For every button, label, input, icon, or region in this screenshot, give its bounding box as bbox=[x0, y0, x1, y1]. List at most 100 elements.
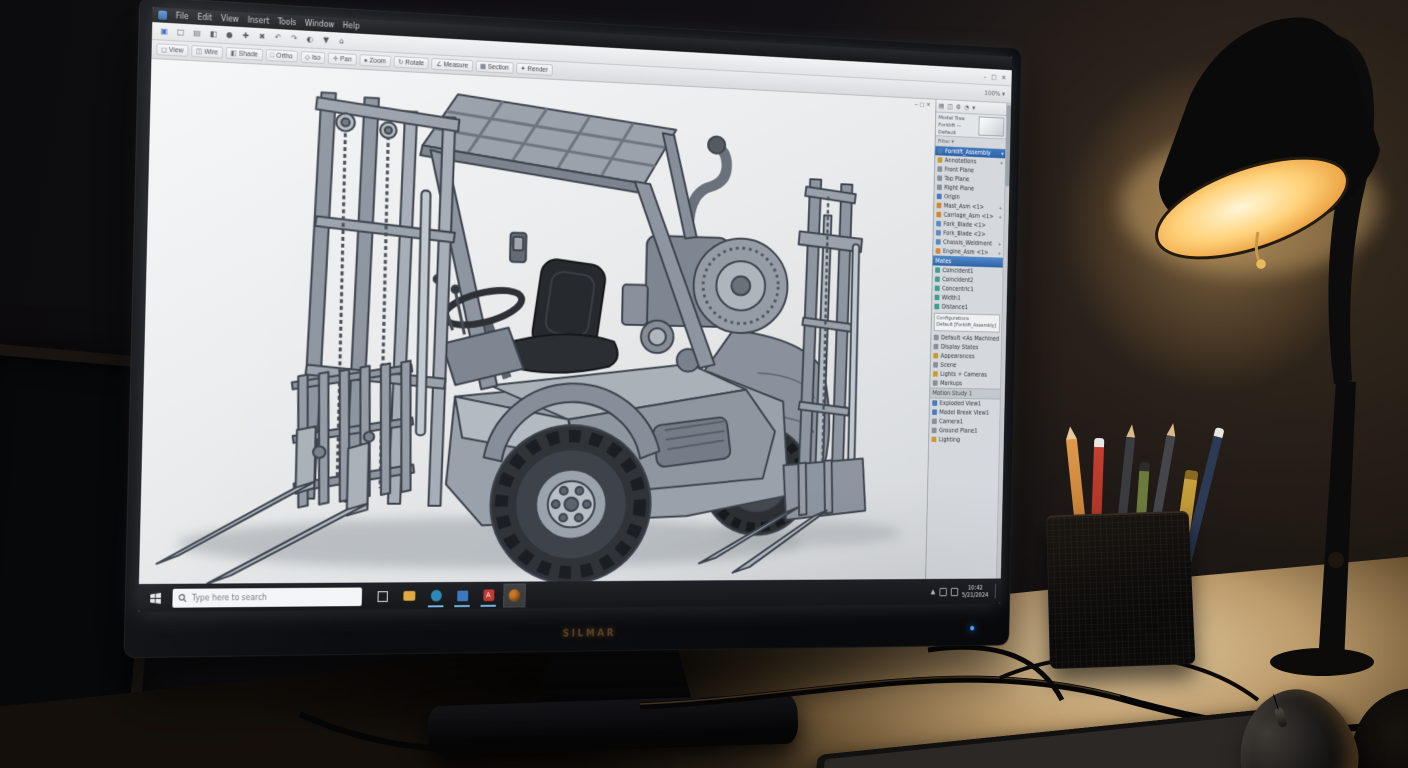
tree-item-label: Markups bbox=[940, 379, 999, 387]
feature-tree-top: Forklift_Assembly ▾ Annotations + Front … bbox=[933, 146, 1006, 258]
viewport-overlay-controls: ‒ ▢ ✕ bbox=[914, 100, 930, 109]
tree-item[interactable]: Distance1 bbox=[932, 302, 1003, 313]
menu-item[interactable]: View bbox=[221, 14, 239, 24]
taskbar-app-icon[interactable]: A bbox=[478, 584, 499, 606]
toolbar-button-icon: □ bbox=[270, 52, 274, 59]
toolbar-button-icon: ✛ bbox=[333, 55, 339, 63]
toolbar-icon-button[interactable]: ↶ bbox=[271, 31, 285, 45]
panel-config-text: Model Tree Forklift — Default bbox=[938, 114, 976, 135]
toolbar-button[interactable]: ▦ Section bbox=[475, 60, 513, 74]
tree-item-icon bbox=[934, 335, 939, 341]
toolbar-icon-button[interactable]: ▼ bbox=[319, 33, 333, 46]
start-button[interactable] bbox=[142, 584, 168, 612]
panel-toolbar-icon[interactable]: ⚙ bbox=[956, 103, 961, 111]
app-glyph-icon bbox=[430, 590, 441, 602]
panel-toolbar-icon[interactable]: ◫ bbox=[947, 103, 953, 111]
tree-item-expander[interactable]: + bbox=[997, 250, 1001, 256]
toolbar-button-label: Iso bbox=[312, 54, 321, 61]
toolbar-button[interactable]: □ Ortho bbox=[265, 49, 297, 62]
tree-item-label: Camera1 bbox=[939, 418, 998, 426]
window-control-button[interactable]: ▢ bbox=[991, 73, 996, 81]
toolbar-button-label: Section bbox=[488, 63, 509, 71]
toolbar-icon-button[interactable]: ✚ bbox=[239, 29, 254, 43]
toolbar-button[interactable]: ✦ Render bbox=[516, 63, 553, 76]
toolbar-button[interactable]: ◧ Shade bbox=[226, 47, 263, 61]
network-icon[interactable] bbox=[939, 588, 946, 596]
toolbar-icon-button[interactable]: ⌂ bbox=[335, 34, 349, 47]
toolbar-button-label: Shade bbox=[239, 50, 258, 58]
panel-toolbar-icon[interactable]: ▾ bbox=[972, 104, 975, 111]
window-control-button[interactable]: ✕ bbox=[1001, 74, 1006, 81]
viewport-window-buttons[interactable]: ‒ ▢ ✕ bbox=[914, 100, 930, 109]
menu-item[interactable]: Edit bbox=[197, 13, 212, 23]
app-glyph-icon bbox=[457, 590, 468, 601]
configurations-box[interactable]: Configurations Default [Forklift_Assembl… bbox=[934, 313, 1000, 333]
toolbar-icon-button[interactable]: ● bbox=[222, 28, 237, 42]
tree-item-icon bbox=[938, 148, 943, 154]
toolbar-icon-button[interactable]: ◐ bbox=[303, 32, 317, 46]
tree-item-icon bbox=[933, 353, 938, 359]
app-glyph-icon bbox=[378, 591, 388, 602]
tree-item-expander[interactable]: ▾ bbox=[1001, 151, 1004, 157]
tree-item-expander[interactable]: + bbox=[998, 205, 1002, 211]
panel-toolbar-icon[interactable]: ▤ bbox=[939, 102, 945, 110]
screen: FileEditViewInsertToolsWindowHelp ▣□▤◧●✚… bbox=[138, 7, 1012, 612]
tree-item-icon bbox=[937, 166, 942, 172]
taskbar-app-icon[interactable] bbox=[399, 585, 421, 607]
toolbar-button[interactable]: ● Zoom bbox=[359, 54, 391, 67]
menu-item[interactable]: Help bbox=[343, 21, 360, 31]
tree-item-expander[interactable]: + bbox=[998, 241, 1002, 247]
toolbar-button[interactable]: ◻ View bbox=[156, 43, 188, 57]
toolbar-button[interactable]: ✛ Pan bbox=[328, 52, 357, 65]
menu-item[interactable]: File bbox=[176, 11, 189, 21]
tree-item-icon bbox=[936, 239, 941, 245]
taskbar-app-icon[interactable] bbox=[425, 584, 446, 606]
toolbar-button[interactable]: ◫ Wire bbox=[191, 45, 223, 59]
tree-item-icon bbox=[936, 221, 941, 227]
tree-item[interactable]: Lighting bbox=[929, 435, 1000, 445]
tree-item-label: Ground Plane1 bbox=[939, 427, 998, 435]
model-thumbnail[interactable] bbox=[978, 116, 1004, 136]
workspace: ‒ ▢ ✕ ▤◫⚙◔▾ Model Tree Forklift — Defaul… bbox=[139, 59, 1011, 584]
app-glyph-icon: A bbox=[483, 589, 494, 601]
taskbar-clock[interactable]: 10:42 5/21/2024 bbox=[962, 584, 989, 599]
tree-item-label: Default <As Machined> bbox=[941, 334, 1000, 343]
toolbar-icon-button[interactable]: □ bbox=[173, 25, 188, 39]
toolbar-button-icon: ▦ bbox=[480, 63, 486, 71]
app-glyph-icon bbox=[403, 591, 415, 601]
tree-item-expander[interactable]: + bbox=[998, 214, 1002, 220]
menu-item[interactable]: Tools bbox=[278, 17, 297, 27]
window-control-button[interactable]: – bbox=[984, 73, 987, 80]
toolbar-button[interactable]: ↻ Rotate bbox=[393, 56, 429, 69]
volume-icon[interactable] bbox=[950, 587, 957, 595]
configurations-entry: Default [Forklift_Assembly] bbox=[936, 322, 997, 330]
zoom-level[interactable]: 100% ▾ bbox=[984, 90, 1007, 98]
taskbar-app-icon[interactable] bbox=[504, 584, 525, 606]
menu-item[interactable]: Window bbox=[305, 19, 335, 29]
app-glyph-icon bbox=[509, 589, 521, 602]
toolbar-icon-button[interactable]: ▤ bbox=[190, 26, 205, 40]
tree-item-expander[interactable]: + bbox=[999, 159, 1003, 166]
show-desktop-button[interactable] bbox=[995, 584, 999, 599]
tree-item-icon bbox=[935, 295, 940, 301]
toolbar-icon-button[interactable]: ▣ bbox=[157, 24, 172, 38]
toolbar-button[interactable]: ◇ Iso bbox=[300, 51, 325, 64]
toolbar-button-label: Zoom bbox=[369, 57, 386, 65]
tree-item-label: Model Break View1 bbox=[939, 409, 998, 417]
toolbar-icon-button[interactable]: ↷ bbox=[287, 32, 301, 46]
toolbar-icon-button[interactable]: ◧ bbox=[206, 27, 221, 41]
viewport-canvas[interactable]: ‒ ▢ ✕ bbox=[139, 59, 936, 584]
monitor-bezel: FileEditViewInsertToolsWindowHelp ▣□▤◧●✚… bbox=[123, 0, 1021, 658]
system-tray: ▲ 10:42 5/21/2024 bbox=[931, 584, 1001, 599]
panel-toolbar-icon[interactable]: ◔ bbox=[964, 103, 969, 111]
tree-item-icon bbox=[937, 194, 942, 200]
tray-expand-icon[interactable]: ▲ bbox=[931, 588, 936, 595]
mates-tree: Coincident1 Coincident2 Concentric1 Wi bbox=[932, 265, 1004, 312]
toolbar-button[interactable]: ∠ Measure bbox=[431, 58, 473, 72]
taskbar-app-icon[interactable] bbox=[372, 585, 394, 608]
taskbar-search[interactable]: Type here to search bbox=[172, 587, 362, 607]
toolbar-icon-button[interactable]: ✖ bbox=[255, 30, 270, 44]
menu-item[interactable]: Insert bbox=[247, 16, 269, 26]
taskbar-app-icon[interactable] bbox=[452, 584, 473, 606]
lamp-light-glow bbox=[1015, 10, 1408, 440]
